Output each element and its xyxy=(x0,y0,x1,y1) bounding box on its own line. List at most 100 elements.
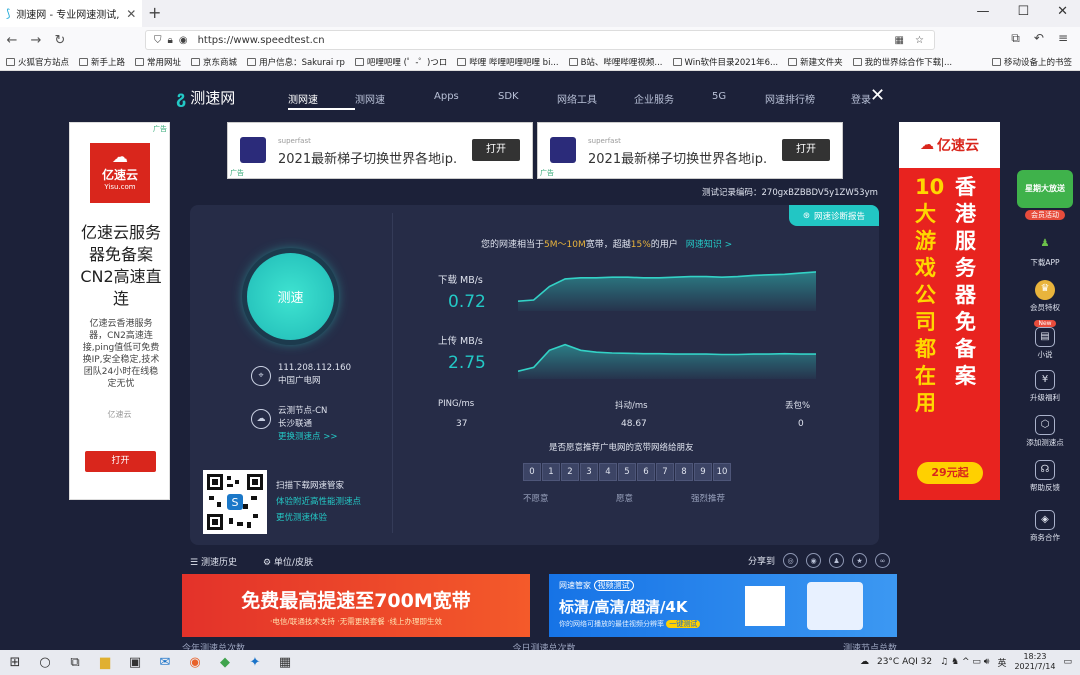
sidebar-item-upgrade[interactable]: ¥ 升级福利 xyxy=(1010,370,1080,403)
bookmark-item[interactable]: 常用网址 xyxy=(135,56,181,68)
nav-item-tools[interactable]: 网络工具 xyxy=(557,91,634,110)
ime-indicator[interactable]: 英 xyxy=(997,656,1006,669)
mobile-bookmarks[interactable]: 移动设备上的书签 xyxy=(991,56,1072,68)
summary-percent: 15% xyxy=(630,240,651,250)
top-banner-ad-2[interactable]: superfast 2021最新梯子切换世界各地ip. 打开 广告 xyxy=(537,122,843,179)
rating-option[interactable]: 7 xyxy=(656,463,674,481)
file-explorer-icon[interactable]: ▆ xyxy=(90,655,120,670)
window-close-icon[interactable]: ✕ xyxy=(1057,4,1068,19)
sidebar-item-novel[interactable]: New ▤ 小说 xyxy=(1010,320,1080,360)
top-banner-ad-1[interactable]: superfast 2021最新梯子切换世界各地ip. 打开 广告 xyxy=(227,122,533,179)
handshake-icon: ◈ xyxy=(1035,510,1055,530)
bookmark-item[interactable]: 我的世界综合作下载|... xyxy=(852,56,952,68)
nav-item-sdk[interactable]: SDK xyxy=(498,91,557,110)
units-button[interactable]: ⚙ 单位/皮肤 xyxy=(263,555,313,568)
video-test-ad[interactable]: 网速管家 视频测试 标清/高清/超清/4K 你的网络可播放的最佳视频分辨率 一键… xyxy=(549,574,897,637)
sidebar-item-download-app[interactable]: ♟ 下载APP xyxy=(1010,235,1080,268)
nav-item-apps[interactable]: Apps xyxy=(434,91,498,110)
app-bird-icon[interactable]: ✦ xyxy=(240,655,270,670)
banner-open-button[interactable]: 打开 xyxy=(472,139,520,161)
nav-item-enterprise[interactable]: 企业服务 xyxy=(634,91,712,110)
left-ad-open-button[interactable]: 打开 xyxy=(85,451,156,472)
sidebar-label: 升级福利 xyxy=(1030,393,1060,402)
favorite-icon[interactable]: ★ xyxy=(852,553,868,568)
reload-icon[interactable]: ↻ xyxy=(48,33,72,48)
bookmark-item[interactable]: 吧哩吧哩 (゜-゜)つロ xyxy=(354,56,447,68)
rating-option[interactable]: 8 xyxy=(675,463,693,481)
clock[interactable]: 18:23 2021/7/14 xyxy=(1014,652,1055,672)
site-logo[interactable]: ჷ 测速网 xyxy=(176,87,235,108)
sidebar-item-vip[interactable]: ♛ 会员特权 xyxy=(1010,280,1080,313)
sidebar-item-business[interactable]: ◈ 商务合作 xyxy=(1010,510,1080,543)
sidebar-item-add-node[interactable]: ⬡ 添加测速点 xyxy=(1010,415,1080,448)
banner-open-button[interactable]: 打开 xyxy=(782,139,830,161)
bookmark-item[interactable]: 哔哩 哔哩吧哩吧哩 bi... xyxy=(457,56,559,68)
bookmark-item[interactable]: Win软件目录2021年6... xyxy=(672,56,778,68)
units-label: 单位/皮肤 xyxy=(273,558,313,568)
search-icon[interactable]: ○ xyxy=(30,655,60,670)
wechat-icon[interactable]: ◎ xyxy=(783,553,799,568)
app-photo-icon[interactable]: ▦ xyxy=(270,655,300,670)
change-node-link[interactable]: 更换测速点 >> xyxy=(278,431,337,444)
windows-start-icon[interactable]: ⊞ xyxy=(0,655,30,670)
url-bar[interactable]: ⛉ 🔒︎ ◉ https://www.speedtest.cn ▦ ☆ xyxy=(145,30,935,50)
link-icon[interactable]: ∞ xyxy=(875,553,891,568)
rating-option[interactable]: 6 xyxy=(637,463,655,481)
minimize-icon[interactable]: — xyxy=(976,4,989,19)
broadband-ad[interactable]: 免费最高提速至700M宽带 ·电信/联通技术支持 ·无需更换套餐 ·线上办理即生… xyxy=(182,574,530,637)
rating-option[interactable]: 5 xyxy=(618,463,636,481)
sidebar-item-feedback[interactable]: ☊ 帮助反馈 xyxy=(1010,460,1080,493)
notifications-icon[interactable]: ▭ xyxy=(1063,657,1072,667)
rating-option[interactable]: 9 xyxy=(694,463,712,481)
reader-icon[interactable]: ▦ xyxy=(895,35,904,46)
rating-option[interactable]: 3 xyxy=(580,463,598,481)
rating-option[interactable]: 4 xyxy=(599,463,617,481)
promo-badge[interactable]: 星期大放送 会员活动 xyxy=(1010,170,1080,220)
video-ad-button[interactable]: 一键测试 xyxy=(666,620,701,628)
tray-icons[interactable]: ♫ ♞ ^ ▭ 🔊︎ xyxy=(940,657,989,667)
login-link[interactable]: 登录 xyxy=(851,91,871,110)
diagnosis-report-button[interactable]: ⊛ 网速诊断报告 xyxy=(789,205,879,226)
firefox-icon[interactable]: ◉ xyxy=(180,655,210,670)
right-side-ad[interactable]: ☁ 亿速云 10大游戏公司都在用 香港服务器免备案 29元起 xyxy=(899,122,1000,500)
history-button[interactable]: ☰ 测速历史 xyxy=(190,555,237,568)
nav-item-speedtest-2[interactable]: 测网速 xyxy=(355,91,434,110)
tab-close-icon[interactable]: ✕ xyxy=(126,7,136,21)
bookmark-item[interactable]: B站、哔哩哔哩视频... xyxy=(568,56,663,68)
weibo-icon[interactable]: ◉ xyxy=(806,553,822,568)
app-green-icon[interactable]: ◆ xyxy=(210,655,240,670)
bookmark-item[interactable]: 京东商城 xyxy=(191,56,237,68)
nav-item-ranking[interactable]: 网速排行榜 xyxy=(765,91,851,110)
nav-item-5g[interactable]: 5G xyxy=(712,91,765,110)
rating-option[interactable]: 10 xyxy=(713,463,731,481)
start-test-button[interactable]: 测速 xyxy=(247,253,334,340)
store-icon[interactable]: ▣ xyxy=(120,655,150,670)
diagnosis-report-label: 网速诊断报告 xyxy=(814,211,866,222)
speed-knowledge-link[interactable]: 网速知识 > xyxy=(686,240,732,250)
rating-option[interactable]: 2 xyxy=(561,463,579,481)
menu-icon[interactable]: ≡ xyxy=(1058,31,1068,46)
bookmark-star-icon[interactable]: ☆ xyxy=(915,35,924,46)
mail-icon[interactable]: ✉ xyxy=(150,655,180,670)
logo-icon: ჷ xyxy=(176,87,187,108)
browser-tab[interactable]: ⟆ 测速网 - 专业网速测试, 宽带测速 ✕ xyxy=(0,0,142,27)
new-tab-button[interactable]: + xyxy=(148,3,161,22)
extensions-icon[interactable]: ⧉ xyxy=(1011,31,1020,46)
rating-option[interactable]: 1 xyxy=(542,463,560,481)
left-side-ad[interactable]: 广告 ☁ 亿速云 Yisu.com 亿速云服务器免备案CN2高速直连 亿速云香港… xyxy=(69,122,170,500)
qq-icon[interactable]: ♟ xyxy=(829,553,845,568)
undo-icon[interactable]: ↶ xyxy=(1034,31,1044,46)
close-icon[interactable]: ✕ xyxy=(870,85,885,106)
back-icon[interactable]: ← xyxy=(0,33,24,48)
rating-option[interactable]: 0 xyxy=(523,463,541,481)
bookmark-item[interactable]: 火狐官方站点 xyxy=(6,56,69,68)
bookmark-item[interactable]: 用户信息：Sakurai rp xyxy=(247,56,345,68)
forward-icon[interactable]: → xyxy=(24,33,48,48)
right-ad-price[interactable]: 29元起 xyxy=(917,462,983,484)
node-info: 云测节点-CN 长沙联通 更换测速点 >> xyxy=(278,405,337,444)
task-view-icon[interactable]: ⧉ xyxy=(60,655,90,670)
bookmark-item[interactable]: 新手上路 xyxy=(79,56,125,68)
bookmark-item[interactable]: 新建文件夹 xyxy=(788,56,843,68)
maximize-icon[interactable]: ☐ xyxy=(1017,4,1029,19)
nav-item-speedtest[interactable]: 测网速 xyxy=(288,91,355,110)
